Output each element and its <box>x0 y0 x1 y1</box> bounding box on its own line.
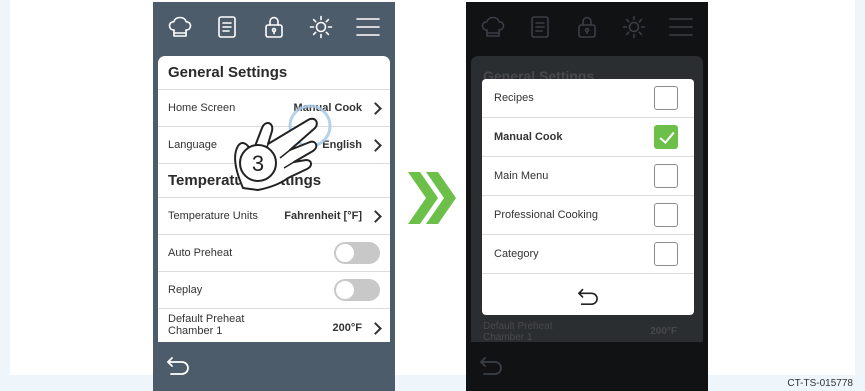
temperature-units-value: Fahrenheit [°F] <box>284 210 362 222</box>
option-label: Professional Cooking <box>494 209 598 221</box>
home-screen-options-dialog: Recipes Manual Cook Main Menu Profession… <box>482 79 694 315</box>
option-label: Recipes <box>494 92 534 104</box>
top-navigation-bar <box>153 2 395 52</box>
auto-preheat-row: Auto Preheat <box>158 235 390 272</box>
temperature-units-label: Temperature Units <box>168 210 258 222</box>
option-main-menu[interactable]: Main Menu <box>482 157 694 196</box>
double-chevron-arrow-icon <box>408 172 456 224</box>
checkbox[interactable] <box>654 242 678 266</box>
language-label: Language <box>168 139 217 151</box>
default-preheat-row[interactable]: Default Preheat Chamber 1 200°F <box>158 309 390 342</box>
home-screen-selection-screen: General Settings Default Preheat Chamber… <box>466 2 708 391</box>
bottom-bar <box>153 342 395 391</box>
back-arrow-icon[interactable] <box>165 354 191 376</box>
chevron-right-icon <box>369 138 382 152</box>
lock-icon <box>573 13 601 41</box>
replay-toggle[interactable] <box>334 279 380 301</box>
brightness-icon <box>620 13 648 41</box>
back-arrow-icon <box>578 288 598 305</box>
settings-screen: General Settings Home Screen Manual Cook… <box>153 2 395 391</box>
step-number: 3 <box>252 151 264 176</box>
brightness-icon[interactable] <box>307 13 335 41</box>
option-label: Manual Cook <box>494 131 563 143</box>
auto-preheat-label: Auto Preheat <box>168 247 233 259</box>
general-settings-heading: General Settings <box>158 56 390 90</box>
chevron-right-icon <box>369 322 382 335</box>
dimmed-preheat-value: 200°F <box>650 326 677 337</box>
default-preheat-value: 200°F <box>332 322 362 334</box>
checkbox[interactable] <box>654 203 678 227</box>
dialog-back-button[interactable] <box>482 276 694 315</box>
checkbox[interactable] <box>654 86 678 110</box>
option-label: Category <box>494 248 539 260</box>
option-professional-cooking[interactable]: Professional Cooking <box>482 196 694 235</box>
auto-preheat-toggle[interactable] <box>334 242 380 264</box>
chef-hat-icon <box>479 13 507 41</box>
option-manual-cook[interactable]: Manual Cook <box>482 118 694 157</box>
document-code: CT-TS-015778 <box>787 378 853 389</box>
recipe-book-icon[interactable] <box>213 13 241 41</box>
recipe-book-icon <box>526 13 554 41</box>
option-category[interactable]: Category <box>482 235 694 274</box>
home-screen-label: Home Screen <box>168 102 236 114</box>
menu-icon <box>667 13 695 41</box>
chevron-right-icon <box>369 101 382 115</box>
step-number-badge: 3 <box>239 144 277 182</box>
option-label: Main Menu <box>494 170 549 182</box>
default-preheat-label-line2: Chamber 1 <box>168 325 223 337</box>
replay-row: Replay <box>158 272 390 309</box>
checkbox-checked[interactable] <box>654 125 678 149</box>
default-preheat-label: Default Preheat Chamber 1 <box>168 313 244 337</box>
temperature-units-row[interactable]: Temperature Units Fahrenheit [°F] <box>158 198 390 235</box>
default-preheat-label-line1: Default Preheat <box>168 313 245 325</box>
checkbox[interactable] <box>654 164 678 188</box>
chef-hat-icon[interactable] <box>166 13 194 41</box>
menu-icon[interactable] <box>354 13 382 41</box>
dimmed-preheat-label: Default Preheat Chamber 1 <box>483 321 553 343</box>
chevron-right-icon <box>369 209 382 223</box>
bottom-bar <box>466 342 708 391</box>
replay-label: Replay <box>168 284 203 296</box>
top-navigation-bar <box>466 2 708 52</box>
dimmed-preheat-line1: Default Preheat <box>483 321 553 332</box>
lock-icon[interactable] <box>260 13 288 41</box>
back-arrow-icon <box>478 354 504 376</box>
option-recipes[interactable]: Recipes <box>482 79 694 118</box>
